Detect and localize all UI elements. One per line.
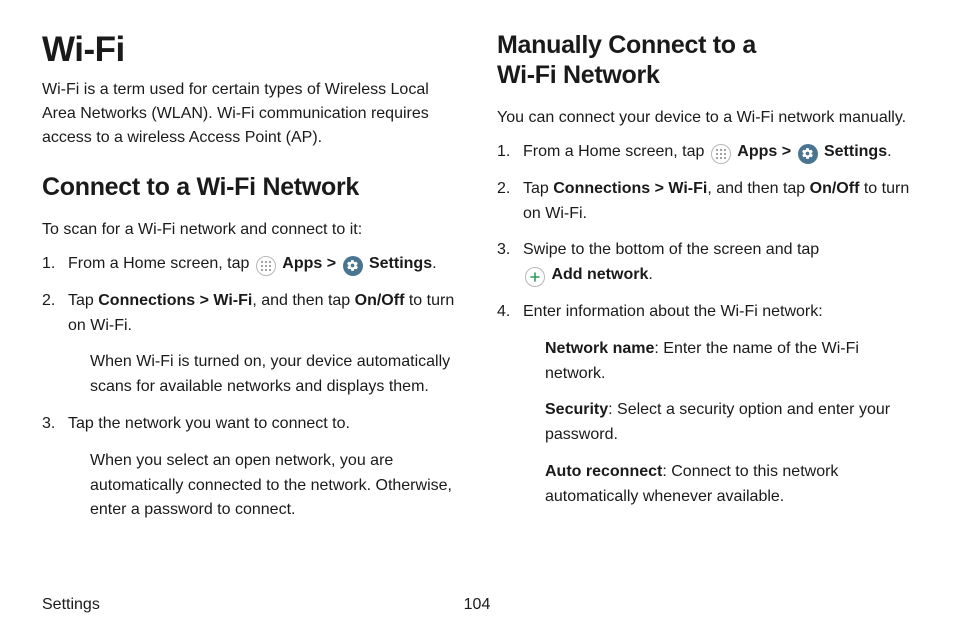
left-column: Wi-Fi Wi-Fi is a term used for certain t… (42, 30, 457, 535)
step-item: Tap Connections > Wi-Fi, and then tap On… (42, 289, 457, 400)
heading-line-2: Wi-Fi Network (497, 61, 660, 89)
connections-label: Connections (553, 180, 650, 197)
page-number: 104 (464, 596, 491, 614)
apps-label: Apps (282, 255, 322, 272)
step-mid: , and then tap (707, 180, 809, 197)
step-text: Tap (523, 180, 553, 197)
step-item: From a Home screen, tap Apps > Settings. (497, 140, 912, 165)
onoff-label: On/Off (355, 292, 405, 309)
connections-label: Connections (98, 292, 195, 309)
caret: > (650, 180, 668, 197)
caret: > (322, 255, 340, 272)
step-text: Enter information about the Wi-Fi networ… (523, 303, 823, 320)
step-post: . (432, 255, 436, 272)
field-label: Network name (545, 340, 654, 357)
sub-note: When Wi-Fi is turned on, your device aut… (90, 350, 457, 400)
settings-icon (343, 256, 363, 276)
onoff-label: On/Off (810, 180, 860, 197)
sub-field: Network name: Enter the name of the Wi-F… (545, 337, 912, 387)
heading-line-1: Manually Connect to a (497, 31, 756, 59)
step-text: Swipe to the bottom of the screen and ta… (523, 241, 819, 258)
lead-text: To scan for a Wi-Fi network and connect … (42, 218, 457, 242)
step-item: From a Home screen, tap Apps > Settings. (42, 252, 457, 277)
step-text: Tap (68, 292, 98, 309)
apps-icon (711, 144, 731, 164)
right-column: Manually Connect to a Wi-Fi Network You … (497, 30, 912, 535)
sub-field: Security: Select a security option and e… (545, 398, 912, 448)
add-icon (525, 267, 545, 287)
step-item: Tap Connections > Wi-Fi, and then tap On… (497, 177, 912, 227)
lead-text: You can connect your device to a Wi-Fi n… (497, 106, 912, 130)
field-label: Auto reconnect (545, 463, 662, 480)
page-title: Wi-Fi (42, 30, 457, 70)
step-text: From a Home screen, tap (68, 255, 254, 272)
footer-section: Settings (42, 596, 100, 614)
step-item: Tap the network you want to connect to. … (42, 412, 457, 523)
settings-label: Settings (824, 143, 887, 160)
step-post: . (887, 143, 891, 160)
sub-field: Auto reconnect: Connect to this network … (545, 460, 912, 510)
caret: > (195, 292, 213, 309)
settings-icon (798, 144, 818, 164)
two-column-layout: Wi-Fi Wi-Fi is a term used for certain t… (42, 30, 912, 535)
step-text: Tap the network you want to connect to. (68, 415, 350, 432)
intro-paragraph: Wi-Fi is a term used for certain types o… (42, 78, 457, 150)
settings-label: Settings (369, 255, 432, 272)
sub-note: When you select an open network, you are… (90, 449, 457, 523)
step-item: Swipe to the bottom of the screen and ta… (497, 238, 912, 288)
page-footer: Settings 104 (42, 596, 912, 614)
apps-icon (256, 256, 276, 276)
section-heading-manual: Manually Connect to a Wi-Fi Network (497, 30, 912, 90)
steps-list: From a Home screen, tap Apps > Settings.… (497, 140, 912, 510)
step-mid: , and then tap (252, 292, 354, 309)
step-item: Enter information about the Wi-Fi networ… (497, 300, 912, 510)
wifi-label: Wi-Fi (213, 292, 252, 309)
steps-list: From a Home screen, tap Apps > Settings.… (42, 252, 457, 523)
section-heading-connect: Connect to a Wi-Fi Network (42, 172, 457, 202)
step-post: . (648, 266, 652, 283)
field-label: Security (545, 401, 608, 418)
step-text: From a Home screen, tap (523, 143, 709, 160)
wifi-label: Wi-Fi (668, 180, 707, 197)
add-network-label: Add network (551, 266, 648, 283)
caret: > (777, 143, 795, 160)
apps-label: Apps (737, 143, 777, 160)
